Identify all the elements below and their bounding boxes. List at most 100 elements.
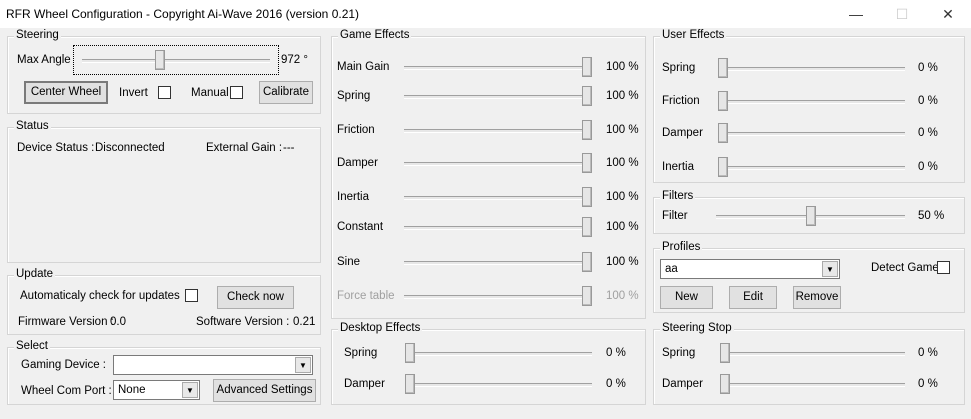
user-effects-damper-label: Damper xyxy=(662,127,703,139)
max-angle-slider[interactable] xyxy=(73,45,279,75)
user-effects-spring-slider[interactable] xyxy=(718,67,905,71)
game-effects-spring-label: Spring xyxy=(337,90,371,102)
game-effects-legend: Game Effects xyxy=(338,29,412,41)
max-angle-value: 972 ° xyxy=(281,54,308,66)
game-effects-force-table-slider-thumb xyxy=(582,286,592,306)
user-effects-friction-slider-thumb[interactable] xyxy=(718,91,728,111)
detect-game-label: Detect Game xyxy=(871,262,939,274)
game-effects-damper-label: Damper xyxy=(337,157,378,169)
game-effects-inertia-label: Inertia xyxy=(337,191,369,203)
auto-check-label: Automaticaly check for updates xyxy=(20,290,180,302)
steering-stop-damper-slider-thumb[interactable] xyxy=(720,374,730,394)
device-status-label: Device Status : xyxy=(17,142,95,154)
steering-legend: Steering xyxy=(14,29,61,41)
max-angle-track xyxy=(82,59,270,63)
game-effects-force-table-slider xyxy=(404,295,592,299)
game-effects-main-gain-slider[interactable] xyxy=(404,66,592,70)
chevron-down-icon: ▼ xyxy=(822,261,838,277)
filters-filter-slider-thumb[interactable] xyxy=(805,206,816,226)
chevron-down-icon: ▼ xyxy=(182,382,198,398)
game-effects-friction-slider-thumb[interactable] xyxy=(582,120,592,140)
firmware-version-label: Firmware Version : xyxy=(18,316,114,328)
com-port-value: None xyxy=(118,384,146,396)
maximize-button[interactable]: ☐ xyxy=(879,0,925,28)
game-effects-main-gain-slider-thumb[interactable] xyxy=(582,57,592,77)
game-effects-group: Game Effects xyxy=(331,29,646,319)
invert-checkbox[interactable] xyxy=(158,86,171,99)
steering-stop-damper-slider[interactable] xyxy=(720,383,905,387)
game-effects-constant-label: Constant xyxy=(337,221,384,233)
desktop-effects-damper-slider-thumb[interactable] xyxy=(405,374,415,394)
desktop-effects-group: Desktop Effects xyxy=(331,322,646,405)
user-effects-inertia-slider-thumb[interactable] xyxy=(718,157,728,177)
game-effects-sine-label: Sine xyxy=(337,256,361,268)
steering-stop-spring-slider[interactable] xyxy=(720,352,905,356)
game-effects-spring-value: 100 % xyxy=(606,90,639,102)
desktop-effects-spring-slider-thumb[interactable] xyxy=(405,343,415,363)
desktop-effects-damper-label: Damper xyxy=(344,378,385,390)
user-effects-inertia-label: Inertia xyxy=(662,161,694,173)
game-effects-inertia-slider[interactable] xyxy=(404,196,592,200)
game-effects-spring-slider-thumb[interactable] xyxy=(582,86,592,106)
game-effects-friction-slider[interactable] xyxy=(404,129,592,133)
game-effects-force-table-value: 100 % xyxy=(606,290,639,302)
com-port-dropdown[interactable]: None ▼ xyxy=(113,380,200,400)
edit-profile-button[interactable]: Edit xyxy=(729,286,777,309)
user-effects-damper-slider[interactable] xyxy=(718,132,905,136)
software-version-label: Software Version : xyxy=(196,316,290,328)
game-effects-main-gain-label: Main Gain xyxy=(337,61,390,73)
game-effects-sine-slider-thumb[interactable] xyxy=(582,252,592,272)
filters-legend: Filters xyxy=(660,190,696,202)
advanced-settings-button[interactable]: Advanced Settings xyxy=(213,379,316,402)
steering-stop-spring-slider-thumb[interactable] xyxy=(720,343,730,363)
remove-profile-button[interactable]: Remove xyxy=(793,286,841,309)
game-effects-spring-slider[interactable] xyxy=(404,95,592,99)
user-effects-inertia-slider[interactable] xyxy=(718,166,905,170)
gaming-device-dropdown[interactable]: ▼ xyxy=(113,355,313,375)
game-effects-damper-value: 100 % xyxy=(606,157,639,169)
user-effects-legend: User Effects xyxy=(660,29,727,41)
game-effects-constant-value: 100 % xyxy=(606,221,639,233)
user-effects-friction-value: 0 % xyxy=(918,95,938,107)
profile-dropdown[interactable]: aa ▼ xyxy=(660,259,840,279)
calibrate-button[interactable]: Calibrate xyxy=(259,81,313,104)
game-effects-sine-slider[interactable] xyxy=(404,261,592,265)
title-bar: RFR Wheel Configuration - Copyright Ai-W… xyxy=(0,0,971,28)
game-effects-friction-label: Friction xyxy=(337,124,375,136)
game-effects-constant-slider[interactable] xyxy=(404,226,592,230)
manual-label: Manual xyxy=(191,87,229,99)
manual-checkbox[interactable] xyxy=(230,86,243,99)
detect-game-checkbox[interactable] xyxy=(937,261,950,274)
desktop-effects-spring-slider[interactable] xyxy=(405,352,592,356)
filters-filter-label: Filter xyxy=(662,210,688,222)
auto-check-checkbox[interactable] xyxy=(185,289,198,302)
user-effects-friction-slider[interactable] xyxy=(718,100,905,104)
external-gain-value: --- xyxy=(283,142,295,154)
center-wheel-button[interactable]: Center Wheel xyxy=(24,81,108,104)
check-now-button[interactable]: Check now xyxy=(217,286,294,309)
max-angle-thumb[interactable] xyxy=(154,50,165,70)
game-effects-force-table-label: Force table xyxy=(337,290,395,302)
com-port-label: Wheel Com Port : xyxy=(21,385,112,397)
user-effects-damper-slider-thumb[interactable] xyxy=(718,123,728,143)
invert-label: Invert xyxy=(119,87,148,99)
user-effects-spring-slider-thumb[interactable] xyxy=(718,58,728,78)
steering-stop-damper-label: Damper xyxy=(662,378,703,390)
user-effects-inertia-value: 0 % xyxy=(918,161,938,173)
new-profile-button[interactable]: New xyxy=(660,286,713,309)
close-button[interactable]: ✕ xyxy=(925,0,971,28)
game-effects-inertia-slider-thumb[interactable] xyxy=(582,187,592,207)
game-effects-damper-slider-thumb[interactable] xyxy=(582,153,592,173)
filters-filter-value: 50 % xyxy=(918,210,945,222)
minimize-button[interactable]: — xyxy=(833,0,879,28)
user-effects-spring-label: Spring xyxy=(662,62,696,74)
desktop-effects-spring-value: 0 % xyxy=(606,347,626,359)
game-effects-sine-value: 100 % xyxy=(606,256,639,268)
desktop-effects-damper-value: 0 % xyxy=(606,378,626,390)
game-effects-damper-slider[interactable] xyxy=(404,162,592,166)
chevron-down-icon: ▼ xyxy=(295,357,311,373)
game-effects-constant-slider-thumb[interactable] xyxy=(582,217,592,237)
user-effects-friction-label: Friction xyxy=(662,95,700,107)
game-effects-main-gain-value: 100 % xyxy=(606,61,639,73)
desktop-effects-damper-slider[interactable] xyxy=(405,383,592,387)
